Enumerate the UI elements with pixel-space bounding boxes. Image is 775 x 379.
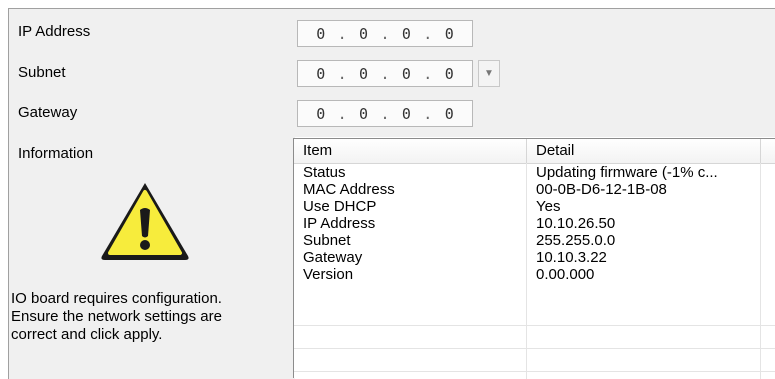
- item-cell: Use DHCP: [303, 198, 377, 215]
- octet-separator: .: [337, 104, 347, 123]
- column-divider: [760, 163, 761, 379]
- detail-cell: 10.10.3.22: [536, 249, 607, 266]
- subnet-octet-4[interactable]: 0: [445, 65, 454, 83]
- item-cell: Status: [303, 164, 346, 181]
- octet-separator: .: [423, 64, 433, 83]
- subnet-label: Subnet: [18, 64, 66, 81]
- table-row[interactable]: Status Updating firmware (-1% c...: [294, 164, 775, 182]
- table-row[interactable]: IP Address 10.10.26.50: [294, 215, 775, 233]
- item-cell: IP Address: [303, 215, 376, 232]
- info-line: IO board requires configuration.: [11, 290, 222, 307]
- octet-separator: .: [337, 24, 347, 43]
- subnet-octet-1[interactable]: 0: [316, 65, 325, 83]
- ip-octet-1[interactable]: 0: [316, 25, 325, 43]
- column-header-item[interactable]: Item: [294, 139, 527, 163]
- table-row[interactable]: Use DHCP Yes: [294, 198, 775, 216]
- row-divider: [294, 325, 775, 326]
- detail-cell: 255.255.0.0: [536, 232, 616, 249]
- column-header-detail[interactable]: Detail: [527, 139, 761, 163]
- gateway-octet-1[interactable]: 0: [316, 105, 325, 123]
- information-label: Information: [18, 145, 94, 162]
- chevron-down-icon: ▼: [484, 68, 494, 79]
- detail-cell: 00-0B-D6-12-1B-08: [536, 181, 667, 198]
- info-message: IO board requires configuration. Ensure …: [11, 290, 281, 344]
- ip-address-label: IP Address: [18, 23, 91, 40]
- info-line: Ensure the network settings are: [11, 308, 222, 325]
- settings-window: IP Address Subnet Gateway Information 0 …: [0, 0, 775, 379]
- item-cell: Version: [303, 266, 354, 283]
- warning-icon: [101, 183, 189, 260]
- table-row[interactable]: MAC Address 00-0B-D6-12-1B-08: [294, 181, 775, 199]
- column-divider: [526, 163, 527, 379]
- gateway-octet-3[interactable]: 0: [402, 105, 411, 123]
- table-row[interactable]: [294, 285, 775, 303]
- column-header-filler: [761, 139, 775, 163]
- item-cell: MAC Address: [303, 181, 395, 198]
- subnet-octet-2[interactable]: 0: [359, 65, 368, 83]
- ip-octet-3[interactable]: 0: [402, 25, 411, 43]
- table-row[interactable]: Subnet 255.255.0.0: [294, 232, 775, 250]
- detail-cell: Updating firmware (-1% c...: [536, 164, 718, 181]
- subnet-dropdown-button[interactable]: ▼: [478, 60, 500, 87]
- item-cell: Subnet: [303, 232, 351, 249]
- row-divider: [294, 371, 775, 372]
- ip-octet-4[interactable]: 0: [445, 25, 454, 43]
- detail-cell: 10.10.26.50: [536, 215, 616, 232]
- table-header: Item Detail: [294, 139, 775, 164]
- table-row[interactable]: Gateway 10.10.3.22: [294, 249, 775, 267]
- subnet-octet-3[interactable]: 0: [402, 65, 411, 83]
- octet-separator: .: [380, 104, 390, 123]
- octet-separator: .: [380, 24, 390, 43]
- octet-separator: .: [380, 64, 390, 83]
- detail-cell: 0.00.000: [536, 266, 595, 283]
- octet-separator: .: [337, 64, 347, 83]
- row-divider: [294, 348, 775, 349]
- gateway-label: Gateway: [18, 104, 78, 121]
- item-cell: Gateway: [303, 249, 363, 266]
- ip-address-field[interactable]: 0 . 0 . 0 . 0: [297, 20, 473, 47]
- octet-separator: .: [423, 104, 433, 123]
- gateway-field[interactable]: 0 . 0 . 0 . 0: [297, 100, 473, 127]
- information-table[interactable]: Item Detail Status Updating firmware (-1…: [293, 138, 775, 379]
- table-row[interactable]: Version 0.00.000: [294, 266, 775, 284]
- ip-octet-2[interactable]: 0: [359, 25, 368, 43]
- detail-cell: Yes: [536, 198, 561, 215]
- info-line: correct and click apply.: [11, 326, 163, 343]
- octet-separator: .: [423, 24, 433, 43]
- gateway-octet-4[interactable]: 0: [445, 105, 454, 123]
- gateway-octet-2[interactable]: 0: [359, 105, 368, 123]
- subnet-field[interactable]: 0 . 0 . 0 . 0: [297, 60, 473, 87]
